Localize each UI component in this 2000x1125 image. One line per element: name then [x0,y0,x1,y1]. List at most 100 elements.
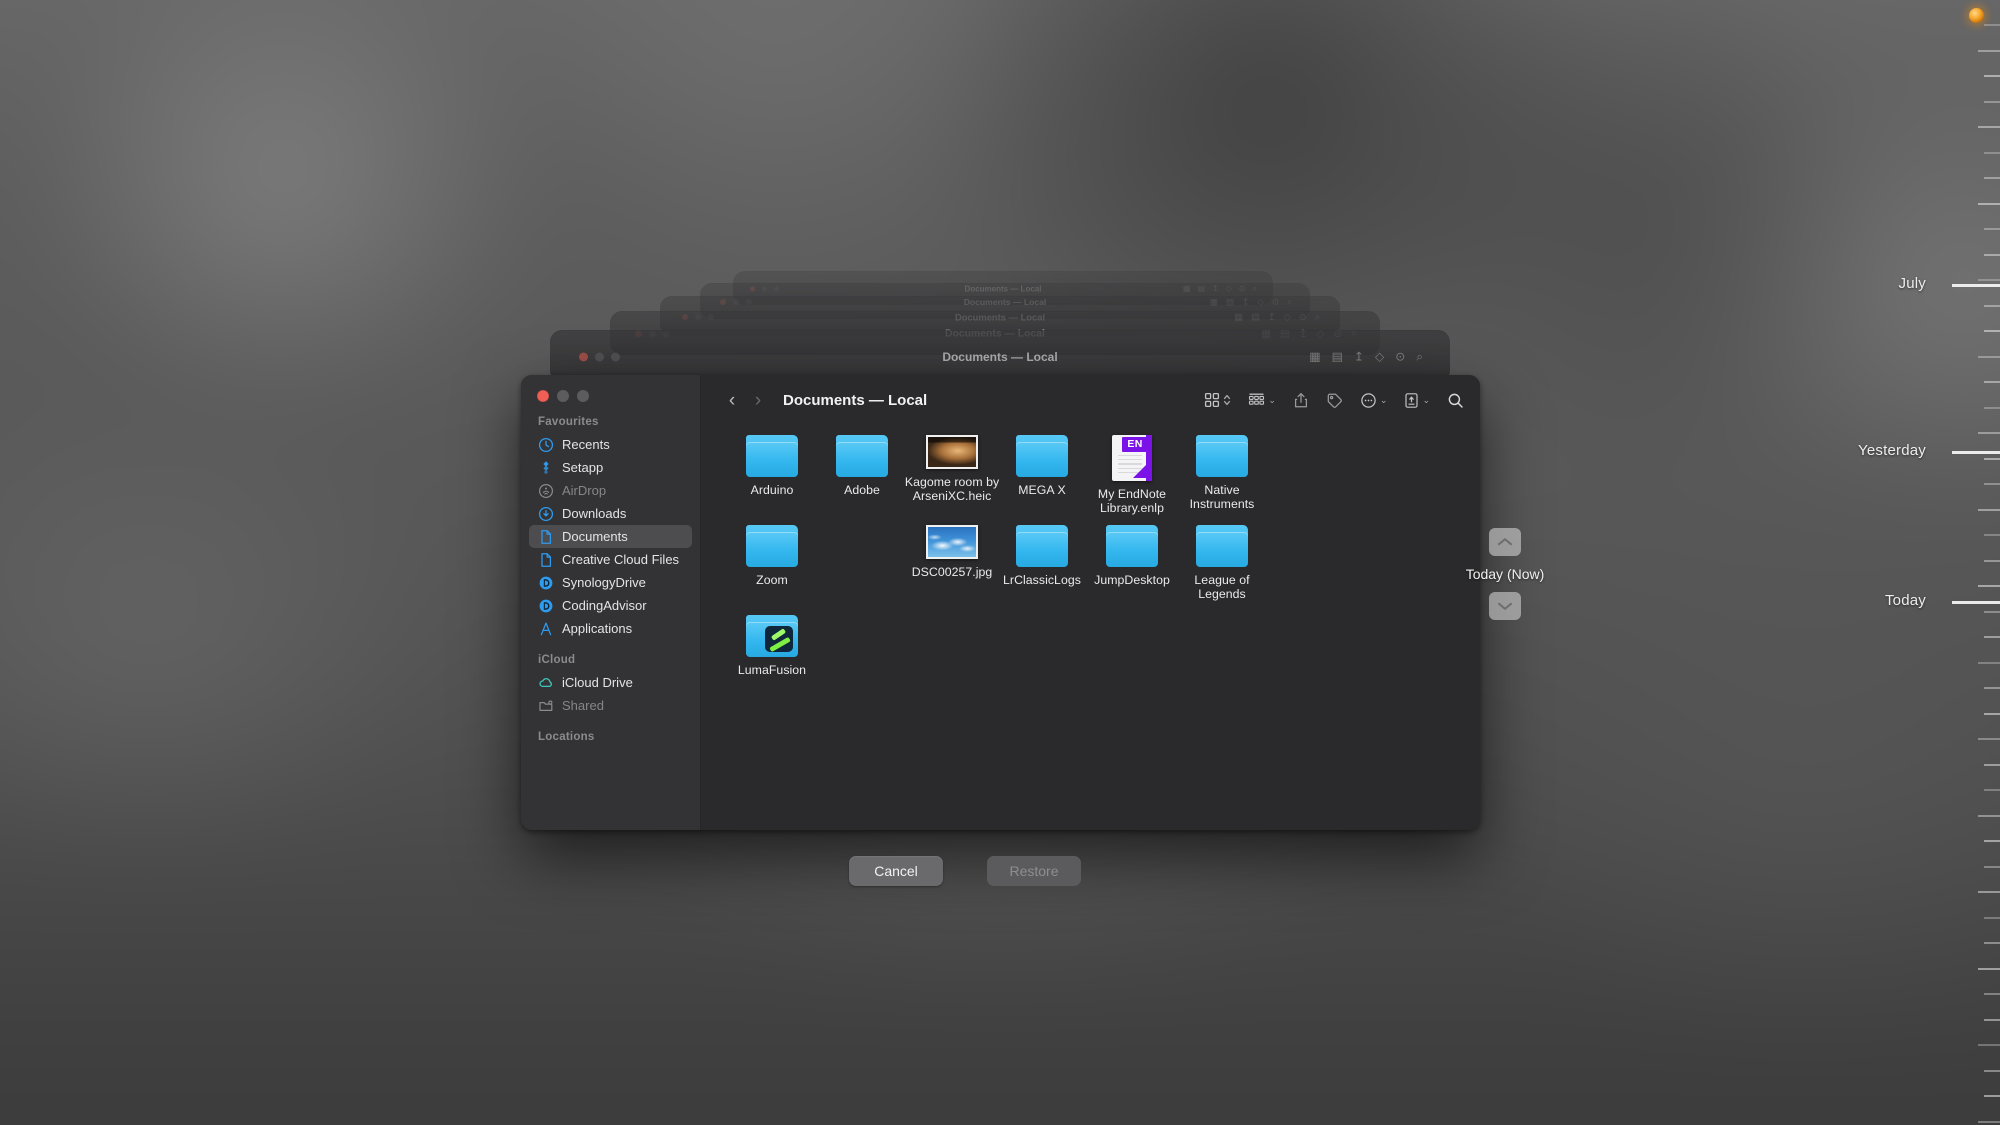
finder-window: Favourites Recents Setapp AirDrop Downlo… [521,375,1480,830]
airdrop-send-icon[interactable]: ⌄ [1404,392,1430,409]
sidebar-section-header: Favourites [538,416,599,428]
sidebar-item-shared[interactable]: Shared [529,694,692,717]
image-thumbnail [926,435,978,469]
image-thumbnail [926,525,978,559]
sidebar-item-recents[interactable]: Recents [529,433,692,456]
sidebar-item-label: CodingAdvisor [562,598,647,613]
chevron-down-icon: ⌄ [1268,394,1276,405]
more-actions-icon[interactable]: ⌄ [1360,392,1388,409]
folder-icon [1106,525,1158,567]
group-by-icon[interactable]: ⌄ [1248,392,1276,408]
file-item[interactable]: LrClassicLogs [993,525,1091,588]
document-icon [538,552,554,568]
sidebar-item-icloud-drive[interactable]: iCloud Drive [529,671,692,694]
file-item[interactable]: Native Instruments [1173,435,1271,511]
tag-icon[interactable] [1326,392,1343,409]
synology-icon [538,598,554,614]
sidebar-item-label: Documents [562,529,628,544]
folder-icon [746,615,798,657]
applications-icon [538,621,554,637]
chevron-up-icon[interactable] [1489,528,1521,556]
file-label: JumpDesktop [1094,573,1170,587]
sidebar-item-synologydrive[interactable]: SynologyDrive [529,571,692,594]
sidebar-sections: Favourites Recents Setapp AirDrop Downlo… [521,402,700,748]
sidebar-item-label: Recents [562,437,610,452]
sidebar-item-setapp[interactable]: Setapp [529,456,692,479]
folder-icon [1196,435,1248,477]
file-item[interactable]: Zoom [723,525,821,588]
sidebar-item-label: Creative Cloud Files [562,552,680,567]
timeline-label: Yesterday [1858,442,1926,459]
file-item[interactable]: JumpDesktop [1083,525,1181,588]
chevron-down-icon: ⌄ [1422,394,1430,405]
file-item[interactable]: Arduino [723,435,821,498]
sidebar-item-documents[interactable]: Documents [529,525,692,548]
finder-content: ‹ › Documents — Local ⌄ ⌄ ⌄ Arduino Adob… [701,375,1480,830]
timemachine-date-nav: Today (Now) [1460,528,1550,620]
sidebar-item-label: Setapp [562,460,604,475]
folder-icon [746,525,798,567]
finder-toolbar: ‹ › Documents — Local ⌄ ⌄ ⌄ [701,375,1480,425]
file-label: Native Instruments [1189,483,1255,511]
sidebar-item-creative-cloud-files[interactable]: Creative Cloud Files [529,548,692,571]
file-item[interactable]: Kagome room by ArseniXC.heic [903,435,1001,503]
file-label: LrClassicLogs [1003,573,1081,587]
setapp-icon [538,460,554,476]
recents-icon [538,437,554,453]
file-label: DSC00257.jpg [911,565,993,579]
timeline-now-indicator [1969,8,1984,23]
file-item[interactable]: EN My EndNote Library.enlp [1083,435,1181,515]
forward-button[interactable]: › [745,391,771,410]
folder-icon [1016,525,1068,567]
synology-icon [538,575,554,591]
chevron-down-icon[interactable] [1489,592,1521,620]
downloads-icon [538,506,554,522]
sidebar-item-label: iCloud Drive [562,675,633,690]
airdrop-icon [538,483,554,499]
minimize-button[interactable] [557,390,569,402]
zoom-button[interactable] [577,390,589,402]
timemachine-screen: July Yesterday Today Documents — Local ▦ ▤ ↥… [0,0,2000,1125]
share-icon[interactable] [1293,392,1309,409]
folder-icon [746,435,798,477]
timemachine-timeline[interactable]: July Yesterday Today [1858,0,2000,1125]
timeline-label: Today [1884,592,1926,609]
cancel-button[interactable]: Cancel [849,856,943,886]
chevron-down-icon: ⌄ [1379,394,1388,405]
endnote-library-icon: EN [1112,435,1152,481]
file-item[interactable]: DSC00257.jpg [903,525,1001,580]
file-icon-grid[interactable]: Arduino Adobe Kagome room by ArseniXC.he… [701,425,1480,830]
sidebar-item-applications[interactable]: Applications [529,617,692,640]
file-label: Kagome room by ArseniXC.heic [904,475,1000,503]
file-item[interactable]: MEGA X [993,435,1091,498]
restore-button[interactable]: Restore [987,856,1081,886]
sidebar-item-airdrop[interactable]: AirDrop [529,479,692,502]
sidebar-item-label: Shared [562,698,604,713]
shared-folder-icon [538,698,554,714]
dialog-footer: Cancel Restore [0,848,1930,894]
timemachine-current-date: Today (Now) [1465,566,1545,582]
file-item[interactable]: League of Legends [1173,525,1271,601]
file-label: MEGA X [1018,483,1066,497]
view-grid-icon[interactable] [1204,392,1231,408]
search-icon[interactable] [1447,392,1464,409]
sidebar-item-label: Downloads [562,506,627,521]
file-label: League of Legends [1194,573,1250,601]
file-label: LumaFusion [737,663,807,677]
file-label: Zoom [756,573,788,587]
folder-icon [836,435,888,477]
sidebar-item-label: AirDrop [562,483,607,498]
toolbar-actions: ⌄ ⌄ ⌄ [1204,392,1464,409]
close-button[interactable] [537,390,549,402]
cloud-icon [538,675,554,691]
file-item[interactable]: LumaFusion [723,615,821,678]
back-button[interactable]: ‹ [719,391,745,410]
file-item[interactable]: Adobe [813,435,911,498]
sidebar-item-label: SynologyDrive [562,575,646,590]
sidebar-item-codingadvisor[interactable]: CodingAdvisor [529,594,692,617]
sidebar-item-downloads[interactable]: Downloads [529,502,692,525]
sidebar-item-label: Applications [562,621,633,636]
folder-icon [1016,435,1068,477]
window-traffic-lights[interactable] [521,375,700,402]
timeline-label: July [1898,275,1926,292]
